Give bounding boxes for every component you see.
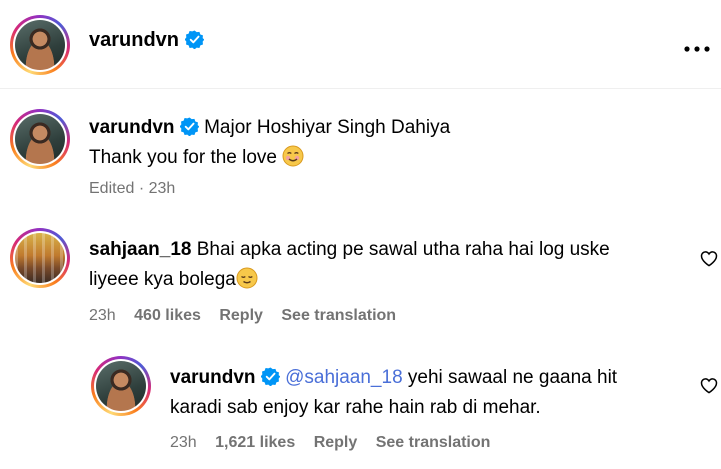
verified-badge-icon	[260, 367, 280, 386]
header-username-row[interactable]: varundvn	[89, 29, 204, 52]
reply-text: varundvn @sahjaan_18 yehi sawaal ne gaan…	[170, 363, 690, 423]
reply-avatar[interactable]	[91, 356, 151, 416]
comment-line-2: liyeee kya bolega	[89, 269, 236, 290]
caption-text: varundvn Major Hoshiyar Singh Dahiya Tha…	[89, 113, 689, 173]
comment-line-1: Bhai apka acting pe sawal utha raha hai …	[196, 239, 610, 260]
reply-actions: 23h 1,621 likes Reply See translation	[170, 434, 490, 452]
reply-mention-link[interactable]: @sahjaan_18	[285, 367, 403, 388]
comment-like-button[interactable]	[700, 250, 718, 272]
reply-line-1: yehi sawaal ne gaana hit	[407, 367, 618, 388]
comment-username[interactable]: sahjaan_18	[89, 239, 191, 260]
comment-text: sahjaan_18 Bhai apka acting pe sawal uth…	[89, 235, 689, 295]
verified-badge-icon	[184, 30, 204, 49]
comment-actions: 23h 460 likes Reply See translation	[89, 307, 396, 325]
reply-line-2: karadi sab enjoy kar rahe hain rab di me…	[170, 397, 541, 418]
caption-username[interactable]: varundvn	[89, 117, 175, 138]
smiling-face-emoji-icon	[282, 145, 304, 167]
relieved-face-emoji-icon	[236, 267, 258, 289]
more-horizontal-icon	[684, 46, 710, 52]
reply-likes[interactable]: 1,621 likes	[215, 434, 295, 451]
caption-line-1: Major Hoshiyar Singh Dahiya	[204, 117, 451, 138]
caption-line-2: Thank you for the love	[89, 147, 277, 168]
reply-time: 23h	[170, 434, 197, 451]
comment-see-translation-link[interactable]: See translation	[281, 307, 396, 324]
reply-reply-button[interactable]: Reply	[314, 434, 358, 451]
comment-avatar[interactable]	[10, 228, 70, 288]
header-username[interactable]: varundvn	[89, 29, 179, 51]
heart-icon	[700, 251, 718, 267]
comment-reply-button[interactable]: Reply	[219, 307, 263, 324]
header-divider	[0, 88, 721, 89]
reply-see-translation-link[interactable]: See translation	[376, 434, 491, 451]
heart-icon	[700, 378, 718, 394]
reply-like-button[interactable]	[700, 377, 718, 399]
reply-username[interactable]: varundvn	[170, 367, 256, 388]
caption-meta: Edited · 23h	[89, 180, 176, 197]
header-avatar[interactable]	[10, 15, 70, 75]
comment-time: 23h	[89, 307, 116, 324]
caption-avatar[interactable]	[10, 109, 70, 169]
more-options-button[interactable]	[684, 40, 710, 58]
comment-likes[interactable]: 460 likes	[134, 307, 201, 324]
verified-badge-icon	[179, 117, 199, 136]
